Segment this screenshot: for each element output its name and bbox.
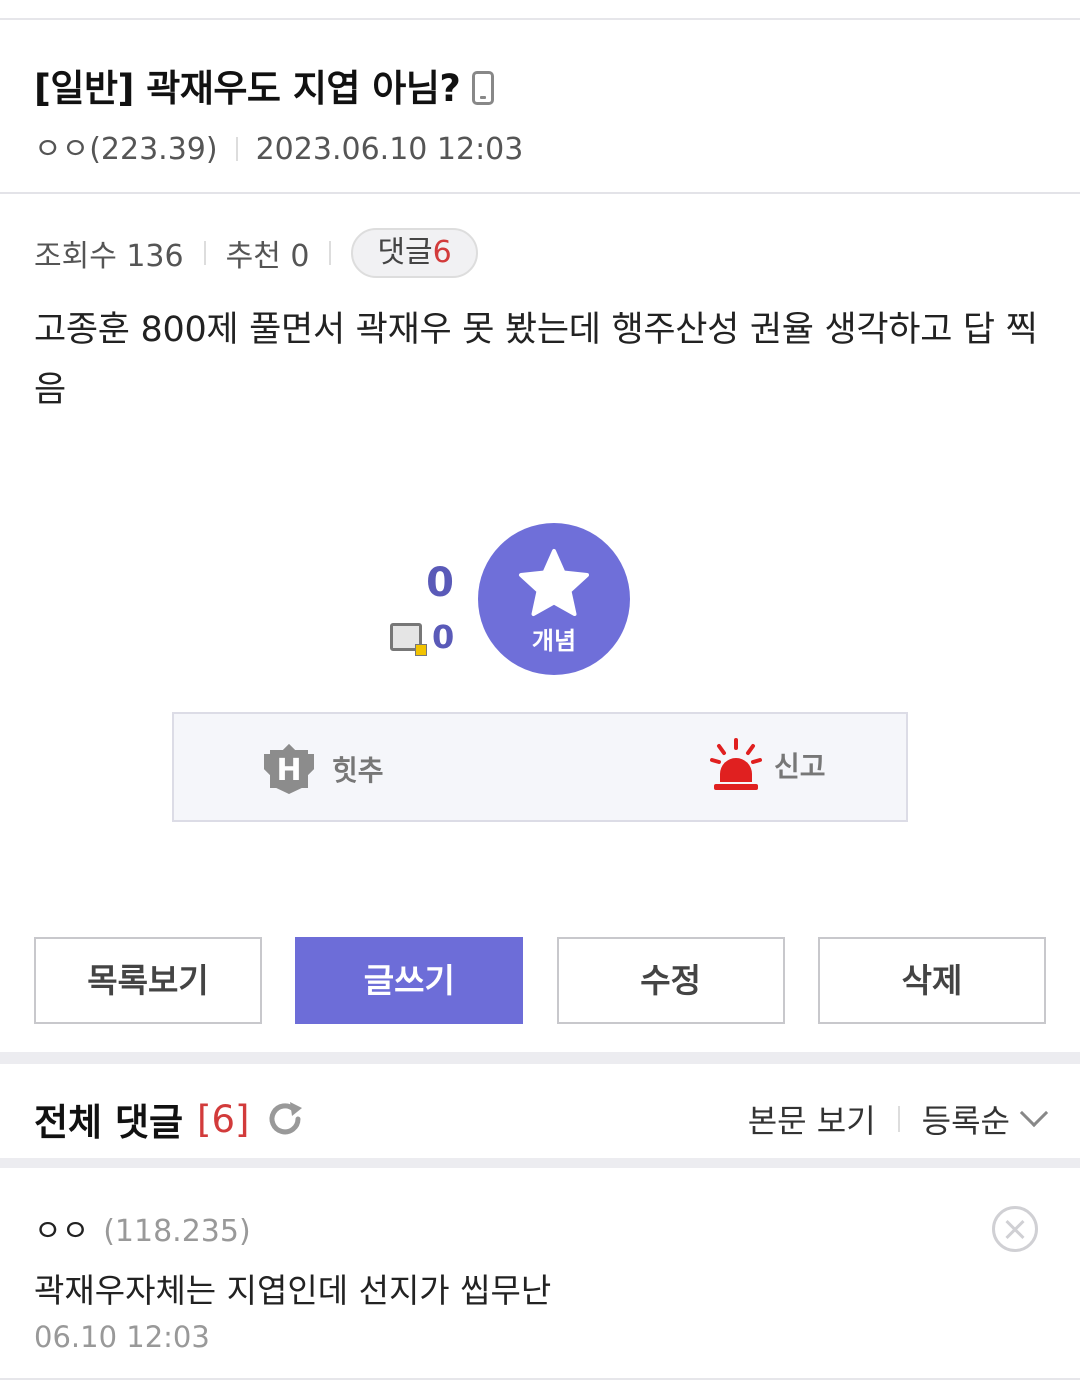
report-button[interactable]: 신고 [710,738,826,792]
concept-label: 개념 [531,627,577,655]
comments-title: 전체 댓글 [6] [34,1092,305,1146]
post-header: [일반] 곽재우도 지엽 아님? ㅇㅇ(223.39) 2023.06.10 12… [0,20,1080,194]
action-box: H 힛추 신고 [172,712,908,822]
report-label: 신고 [774,750,826,783]
fixed-vote-count: 0 [432,618,455,656]
star-icon [519,549,589,616]
comment-author: ㅇㅇ (118.235) [34,1206,251,1250]
sort-select[interactable]: 등록순 [922,1096,1010,1142]
comment-item: ㅇㅇ (118.235) 곽재우자체는 지엽인데 선지가 씹무난 06.10 12… [0,1180,1080,1380]
edit-button[interactable]: 수정 [556,937,785,1024]
recommend-count: 추천 0 [225,239,310,274]
vote-area: 0 0 개념 [0,520,1080,680]
chevron-down-icon[interactable] [1019,1098,1049,1128]
comment-ip: (118.235) [103,1214,251,1249]
comment-count-badge[interactable]: 댓글6 [351,228,478,278]
view-count: 조회수 136 [34,239,184,274]
hit-label: 힛추 [332,754,384,787]
delete-comment-icon[interactable] [992,1206,1038,1252]
concept-button[interactable]: 개념 [478,523,630,675]
delete-button[interactable]: 삭제 [817,937,1046,1024]
post-title-text: [일반] 곽재우도 지엽 아님? [34,67,461,110]
comment-badge-label: 댓글 [377,235,433,270]
comment-text: 곽재우자체는 지엽인데 선지가 씹무난 [34,1271,552,1310]
controls-divider [897,1106,900,1132]
fixed-nick-icon [390,623,427,656]
comments-controls: 본문 보기 등록순 [748,1096,1049,1142]
vote-count: 0 [426,560,454,606]
post-title: [일반] 곽재우도 지엽 아님? [34,58,495,112]
siren-icon [710,738,762,792]
comments-title-text: 전체 댓글 [34,1101,184,1144]
view-body-link[interactable]: 본문 보기 [748,1096,876,1142]
section-divider [0,1052,1080,1064]
stats-divider [329,241,332,265]
post-datetime: 2023.06.10 12:03 [255,132,524,167]
hit-icon: H [262,742,316,796]
post-author[interactable]: ㅇㅇ(223.39) [34,132,218,167]
comment-badge-count: 6 [432,235,452,270]
mobile-icon [472,71,495,105]
stats-divider [203,241,206,265]
top-divider [0,0,1080,20]
comments-header: 전체 댓글 [6] 본문 보기 등록순 [0,1064,1080,1168]
post-button-row: 목록보기 글쓰기 수정 삭제 [34,937,1046,1024]
post-meta: ㅇㅇ(223.39) 2023.06.10 12:03 [34,124,523,168]
fixed-vote: 0 [390,618,454,656]
refresh-icon[interactable] [265,1099,305,1139]
comment-date: 06.10 12:03 [34,1320,210,1354]
write-button[interactable]: 글쓰기 [295,937,524,1024]
post-stats: 조회수 136 추천 0 댓글6 [34,228,478,278]
svg-text:H: H [276,753,301,788]
meta-divider [235,137,238,161]
post-body: 고종훈 800제 풀면서 곽재우 못 봤는데 행주산성 권율 생각하고 답 찍음 [34,310,1038,410]
comments-count: [6] [197,1097,250,1141]
comment-nick[interactable]: ㅇㅇ [34,1214,89,1249]
list-button[interactable]: 목록보기 [34,937,262,1024]
hit-button[interactable]: H 힛추 [262,742,384,796]
